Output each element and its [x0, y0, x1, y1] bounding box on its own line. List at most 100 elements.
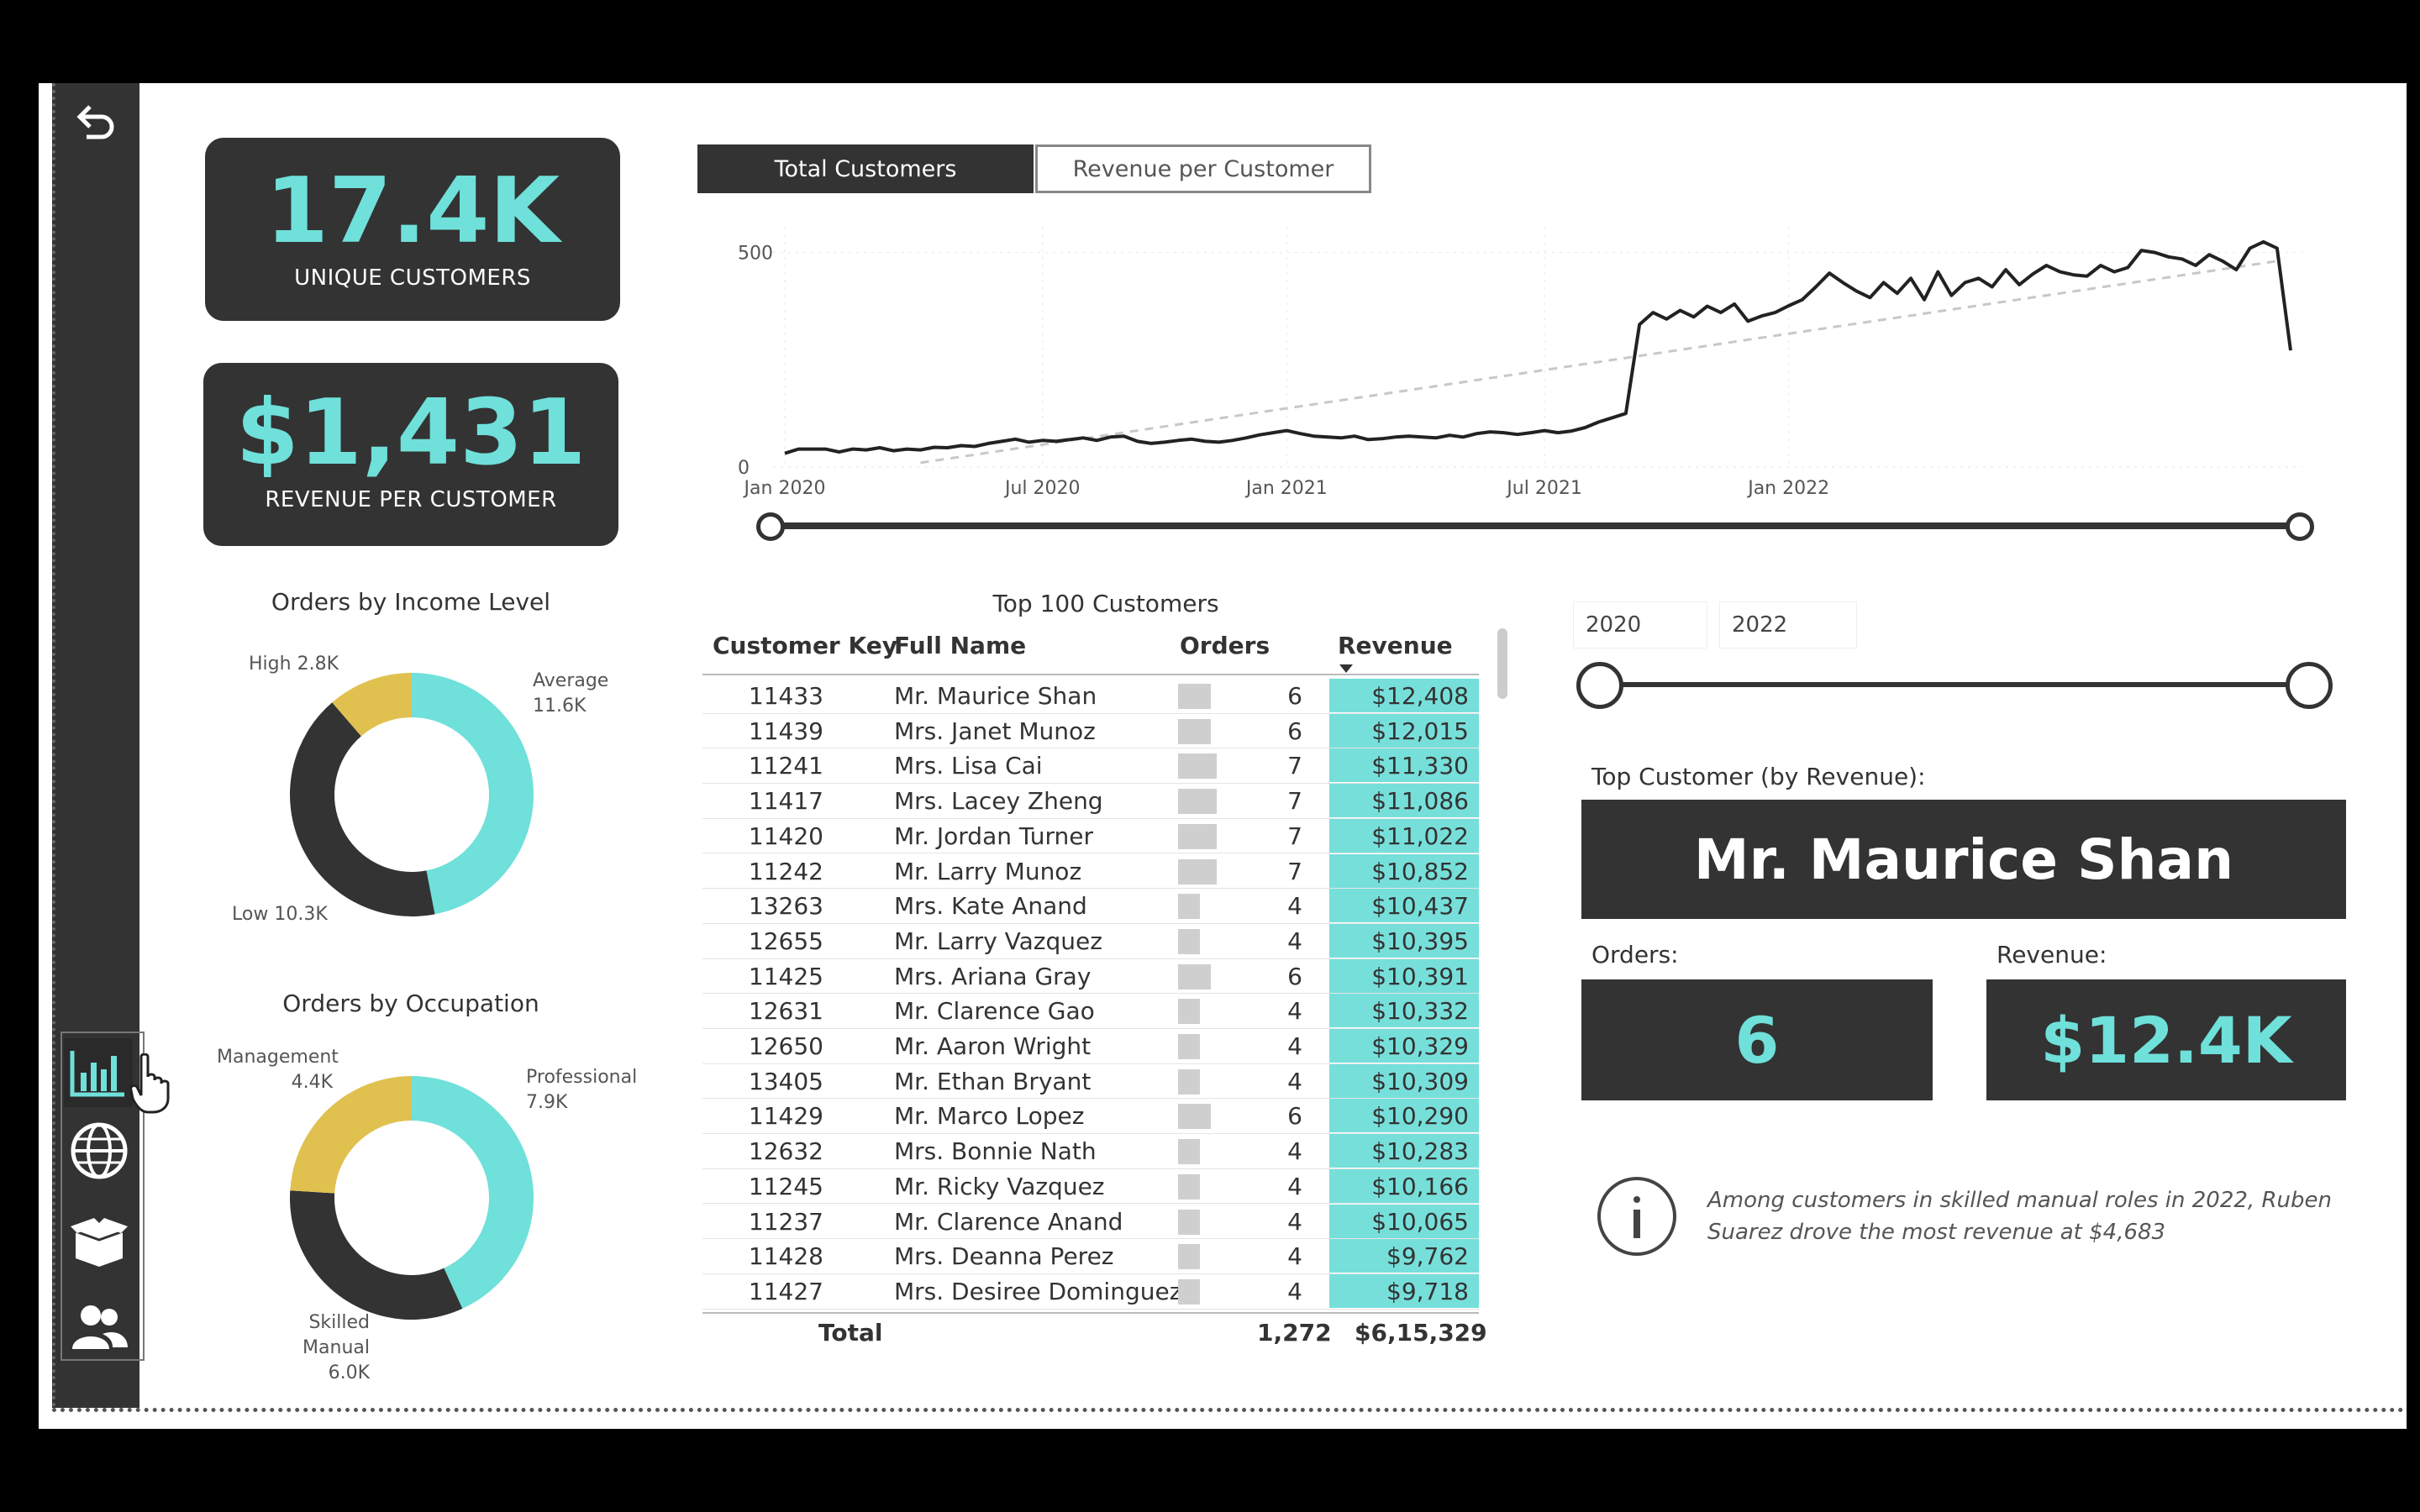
top-customer-label: Top Customer (by Revenue):	[1591, 763, 1926, 790]
tab-total-customers[interactable]: Total Customers	[697, 144, 1034, 193]
orders-cell: 4	[1178, 1064, 1316, 1099]
orders-value: 7	[1287, 857, 1302, 885]
users-icon[interactable]	[66, 1294, 133, 1361]
bar-chart-icon[interactable]	[64, 1038, 133, 1107]
globe-icon[interactable]	[66, 1117, 133, 1184]
kpi-label: UNIQUE CUSTOMERS	[294, 265, 531, 291]
customer-key-cell: 11427	[748, 1277, 823, 1305]
full-name-cell: Mrs. Bonnie Nath	[894, 1137, 1097, 1166]
col-header-customer-key[interactable]: Customer Key	[713, 632, 897, 659]
date-slider-end-handle[interactable]	[2286, 512, 2314, 541]
revenue-value: $10,290	[1371, 1102, 1469, 1131]
orders-cell: 6	[1178, 679, 1316, 713]
orders-databar	[1178, 1173, 1200, 1200]
table-row[interactable]: 11433 Mr. Maurice Shan 6 $12,408	[702, 679, 1479, 714]
orders-cell: 4	[1178, 1029, 1316, 1063]
full-name-cell: Mrs. Lisa Cai	[894, 752, 1043, 780]
orders-value: 4	[1287, 892, 1302, 921]
x-tick-label: Jul 2020	[1003, 478, 1081, 499]
full-name-cell: Mrs. Janet Munoz	[894, 717, 1096, 745]
hand-cursor-icon	[129, 1053, 171, 1117]
orders-value: 4	[1287, 1277, 1302, 1305]
col-header-orders[interactable]: Orders	[1180, 632, 1270, 659]
top-customer-orders-card: 6	[1581, 979, 1933, 1100]
table-row[interactable]: 11439 Mrs. Janet Munoz 6 $12,015	[702, 713, 1479, 749]
date-slider-start-handle[interactable]	[756, 512, 785, 541]
table-row[interactable]: 11417 Mrs. Lacey Zheng 7 $11,086	[702, 784, 1479, 819]
table-row[interactable]: 11425 Mrs. Ariana Gray 6 $10,391	[702, 958, 1479, 995]
back-arrow-icon[interactable]	[69, 96, 121, 148]
full-name-cell: Mr. Maurice Shan	[894, 682, 1097, 710]
table-row[interactable]: 11242 Mr. Larry Munoz 7 $10,852	[702, 853, 1479, 890]
insight-line-2: Suarez drove the most revenue at $4,683	[1707, 1220, 2166, 1245]
full-name-cell: Mrs. Deanna Perez	[894, 1242, 1114, 1271]
full-name-cell: Mrs. Desiree Dominguez	[894, 1277, 1182, 1305]
occupation-donut-title: Orders by Occupation	[282, 990, 539, 1017]
table-row[interactable]: 12650 Mr. Aaron Wright 4 $10,329	[702, 1029, 1479, 1064]
insight-line-1: Among customers in skilled manual roles …	[1707, 1188, 2332, 1213]
orders-databar	[1178, 1104, 1211, 1130]
table-row[interactable]: 11427 Mrs. Desiree Dominguez 4 $9,718	[702, 1273, 1479, 1310]
orders-databar	[1178, 789, 1217, 815]
donut-slice-skilled-manual[interactable]	[290, 1190, 463, 1320]
table-row[interactable]: 13405 Mr. Ethan Bryant 4 $10,309	[702, 1063, 1479, 1100]
customer-key-cell: 11420	[748, 822, 823, 850]
year-slider-end-handle[interactable]	[2286, 662, 2333, 709]
table-scrollbar[interactable]	[1497, 628, 1507, 699]
revenue-value: $10,852	[1371, 857, 1469, 885]
full-name-cell: Mr. Ethan Bryant	[894, 1067, 1092, 1095]
kpi-value: 17.4K	[265, 159, 560, 264]
orders-databar	[1178, 894, 1200, 920]
orders-databar	[1178, 858, 1217, 885]
orders-databar	[1178, 1209, 1200, 1235]
year-end-input[interactable]: 2022	[1719, 601, 1857, 648]
revenue-value: $11,022	[1371, 822, 1469, 850]
trend-line	[920, 260, 2278, 465]
revenue-value: $10,065	[1371, 1207, 1469, 1236]
revenue-cell: $10,395	[1329, 923, 1479, 958]
customer-key-cell: 13405	[748, 1067, 823, 1095]
table-row[interactable]: 11420 Mr. Jordan Turner 7 $11,022	[702, 818, 1479, 854]
revenue-value: $10,329	[1371, 1032, 1469, 1060]
tab-revenue-per-customer[interactable]: Revenue per Customer	[1035, 144, 1371, 193]
table-row[interactable]: 11237 Mr. Clarence Anand 4 $10,065	[702, 1204, 1479, 1240]
orders-value: 6	[1287, 682, 1302, 710]
orders-value: 6	[1287, 962, 1302, 990]
orders-value: 7	[1287, 752, 1302, 780]
revenue-cell: $10,332	[1329, 994, 1479, 1028]
revenue-cell: $12,015	[1329, 713, 1479, 748]
table-row[interactable]: 12655 Mr. Larry Vazquez 4 $10,395	[702, 923, 1479, 959]
orders-value: 4	[1287, 927, 1302, 955]
table-row[interactable]: 11428 Mrs. Deanna Perez 4 $9,762	[702, 1239, 1479, 1274]
table-row[interactable]: 11429 Mr. Marco Lopez 6 $10,290	[702, 1099, 1479, 1135]
donut-slice-average[interactable]	[412, 673, 534, 915]
table-row[interactable]: 13263 Mrs. Kate Anand 4 $10,437	[702, 889, 1479, 924]
orders-value: 4	[1287, 1137, 1302, 1166]
revenue-value: $10,395	[1371, 927, 1469, 955]
x-tick-label: Jan 2022	[1746, 478, 1829, 499]
table-row[interactable]: 11241 Mrs. Lisa Cai 7 $11,330	[702, 748, 1479, 785]
orders-databar	[1178, 1139, 1200, 1165]
table-row[interactable]: 11245 Mr. Ricky Vazquez 4 $10,166	[702, 1168, 1479, 1205]
orders-value: 7	[1287, 787, 1302, 816]
orders-value: 7	[1287, 822, 1302, 850]
customer-key-cell: 11237	[748, 1207, 823, 1236]
income-level-donut	[289, 673, 534, 916]
customer-key-cell: 11241	[748, 752, 823, 780]
revenue-cell: $10,329	[1329, 1029, 1479, 1063]
orders-cell: 4	[1178, 1169, 1316, 1204]
box-icon[interactable]	[66, 1208, 133, 1275]
table-row[interactable]: 12632 Mrs. Bonnie Nath 4 $10,283	[702, 1134, 1479, 1169]
table-row[interactable]: 12631 Mr. Clarence Gao 4 $10,332	[702, 994, 1479, 1029]
col-header-full-name[interactable]: Full Name	[894, 632, 1026, 659]
col-header-revenue[interactable]: Revenue	[1338, 632, 1453, 659]
year-slider-start-handle[interactable]	[1576, 662, 1623, 709]
y-tick-label: 0	[738, 458, 750, 479]
customer-key-cell: 11429	[748, 1102, 823, 1131]
orders-databar	[1178, 1278, 1200, 1305]
customer-key-cell: 12650	[748, 1032, 823, 1060]
year-start-input[interactable]: 2020	[1573, 601, 1707, 648]
info-icon	[1595, 1174, 1679, 1262]
date-slider-track	[770, 522, 2299, 529]
full-name-cell: Mr. Aaron Wright	[894, 1032, 1092, 1060]
